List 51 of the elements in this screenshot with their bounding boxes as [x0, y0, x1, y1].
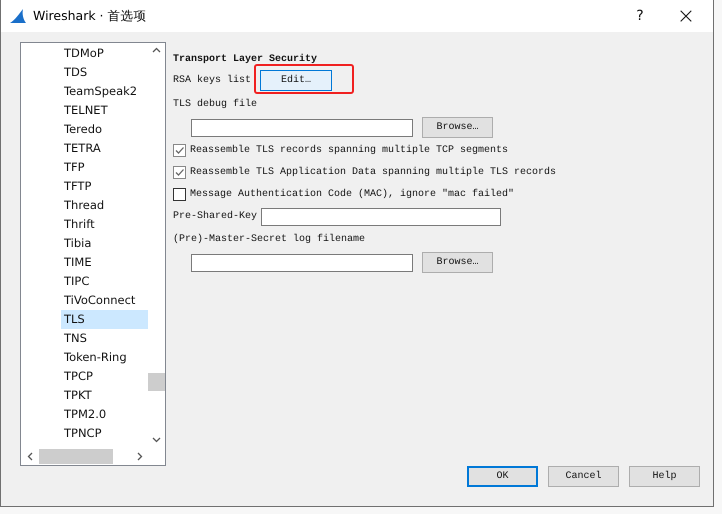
shark-fin-icon: [9, 8, 27, 24]
protocol-item[interactable]: TIME: [61, 253, 148, 272]
protocol-item[interactable]: TFTP: [61, 177, 148, 196]
browse-button[interactable]: Browse…: [422, 252, 493, 273]
close-button[interactable]: ×: [663, 1, 709, 31]
scroll-down-icon[interactable]: [152, 437, 161, 443]
option-label: Reassemble TLS Application Data spanning multiple TLS records: [190, 167, 556, 178]
edit-button[interactable]: Edit…: [260, 70, 332, 91]
dialog-button[interactable]: OK: [467, 466, 538, 487]
protocol-item[interactable]: Tibia: [61, 234, 148, 253]
browse-button[interactable]: Browse…: [422, 117, 493, 138]
debug-file-label: TLS debug file: [173, 98, 258, 110]
checkbox[interactable]: [173, 144, 186, 157]
protocol-item[interactable]: TIPC: [61, 272, 148, 291]
help-button[interactable]: ?: [617, 1, 663, 31]
dialog-button[interactable]: Help: [629, 466, 700, 487]
protocol-item[interactable]: TPM2.0: [61, 405, 148, 424]
protocol-item[interactable]: Teredo: [61, 120, 148, 139]
protocol-item[interactable]: TDMoP: [61, 44, 148, 63]
scroll-thumb[interactable]: [148, 373, 165, 391]
dialog-button[interactable]: Cancel: [548, 466, 619, 487]
protocol-item[interactable]: TELNET: [61, 101, 148, 120]
protocol-item[interactable]: TNS: [61, 329, 148, 348]
section-heading: Transport Layer Security: [173, 52, 318, 67]
debug-file-field[interactable]: [191, 118, 413, 136]
checkbox[interactable]: [173, 166, 186, 179]
protocol-item[interactable]: TFP: [61, 158, 148, 177]
protocol-item[interactable]: Thread: [61, 196, 148, 215]
scroll-up-icon[interactable]: [152, 47, 161, 53]
protocol-item[interactable]: TPCP: [61, 367, 148, 386]
checkbox[interactable]: [173, 188, 186, 201]
keylog-label: (Pre)-Master-Secret log filename: [173, 234, 366, 245]
protocol-item[interactable]: TeamSpeak2: [61, 82, 148, 101]
protocol-item[interactable]: TETRA: [61, 139, 148, 158]
keylog-field[interactable]: [191, 254, 413, 272]
scroll-left-icon[interactable]: [27, 452, 33, 461]
option-label: Reassemble TLS records spanning multiple TCP segments: [190, 145, 508, 156]
scroll-thumb[interactable]: [39, 449, 113, 464]
option-label: Message Authentication Code (MAC), ignore "mac failed": [190, 189, 514, 200]
window-title: Wireshark · 首选项: [33, 8, 147, 24]
protocol-item[interactable]: TDS: [61, 63, 148, 82]
scroll-right-icon[interactable]: [137, 452, 143, 461]
psk-field[interactable]: [261, 208, 502, 226]
protocol-item[interactable]: Token-Ring: [61, 348, 148, 367]
protocol-item[interactable]: TLS: [61, 310, 148, 329]
protocol-item[interactable]: Thrift: [61, 215, 148, 234]
protocol-item[interactable]: TiVoConnect: [61, 291, 148, 310]
psk-label: Pre-Shared-Key: [173, 211, 258, 222]
protocol-item[interactable]: TPKT: [61, 386, 148, 405]
rsa-keys-label: RSA keys list: [173, 75, 252, 86]
protocol-item[interactable]: TPNCP: [61, 424, 148, 443]
